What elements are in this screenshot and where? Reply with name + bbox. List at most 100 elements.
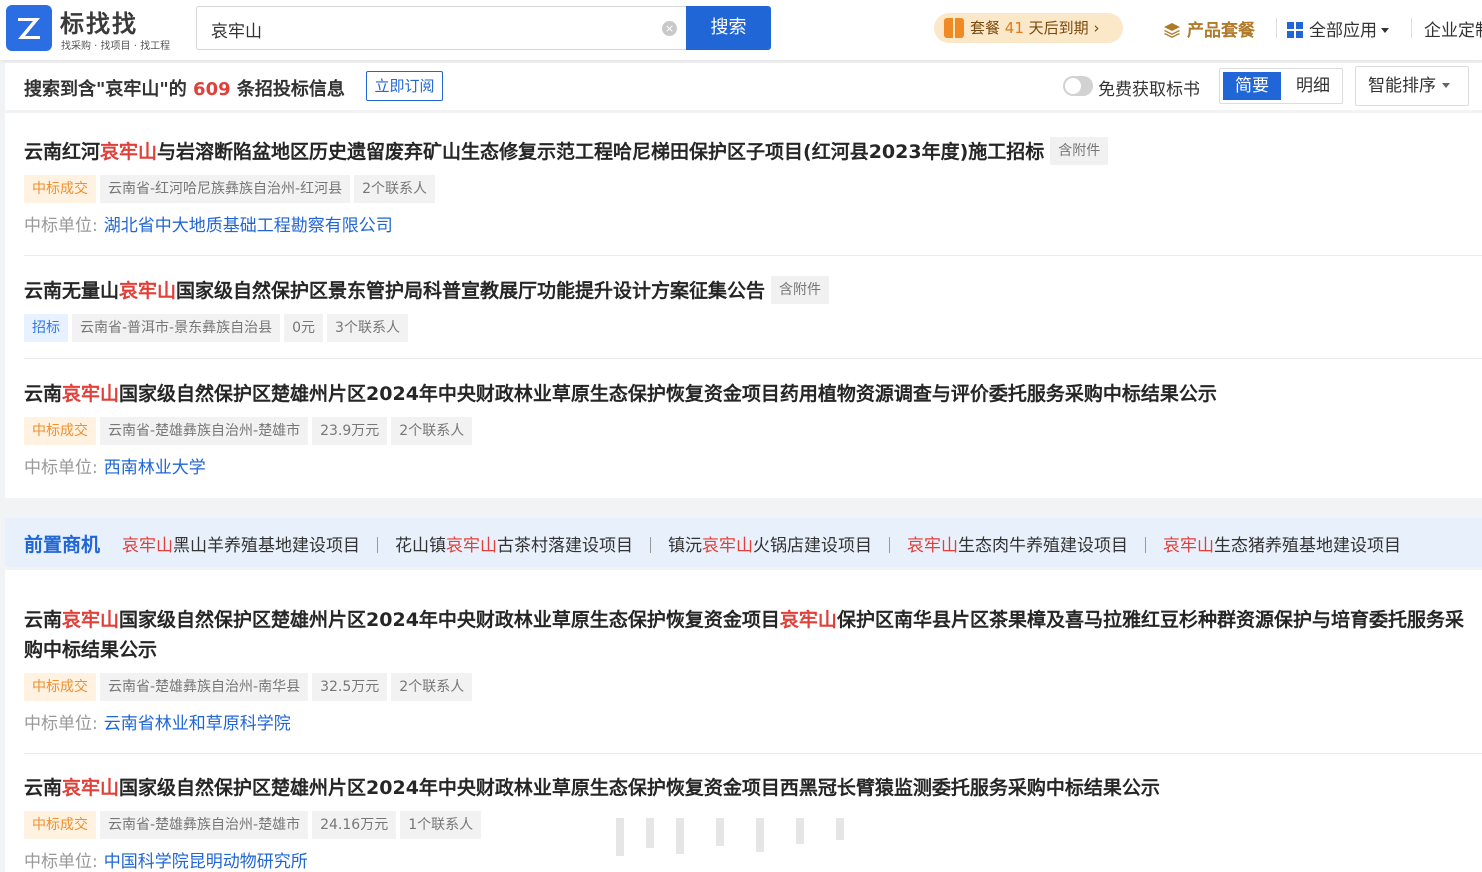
- winner-label: 中标单位:: [24, 852, 98, 872]
- result-item[interactable]: 云南哀牢山国家级自然保护区楚雄州片区2024年中央财政林业草原生态保护恢复资金项…: [24, 605, 1472, 734]
- result-title[interactable]: 云南无量山哀牢山国家级自然保护区景东管护局科普宣教展厅功能提升设计方案征集公告含…: [24, 276, 1472, 306]
- title-text: 国家级自然保护区楚雄州片区2024年中央财政林业草原生态保护恢复资金项目药用植物…: [119, 383, 1217, 405]
- contacts-tag[interactable]: 2个联系人: [391, 417, 473, 445]
- result-count: 609: [193, 79, 231, 100]
- results-summary-bar: 搜索到含"哀牢山"的 609 条招投标信息 立即订阅 免费获取标书 简要 明细 …: [5, 63, 1482, 110]
- attachment-badge: 含附件: [1050, 137, 1109, 165]
- logo-icon[interactable]: [6, 5, 52, 51]
- region-tag: 云南省-楚雄彝族自治州-楚雄市: [100, 417, 309, 445]
- nav-packages[interactable]: 产品套餐: [1163, 16, 1255, 41]
- view-detail-tab[interactable]: 明细: [1286, 72, 1340, 100]
- amount-tag: 23.9万元: [312, 417, 388, 445]
- pre-opportunities-title: 前置商机: [24, 534, 101, 556]
- amount-tag: 32.5万元: [312, 673, 388, 701]
- status-badge: 招标: [24, 314, 68, 342]
- region-tag: 云南省-普洱市-景东彝族自治县: [72, 314, 281, 342]
- amount-tag: 24.16万元: [312, 811, 397, 839]
- results-list: 云南红河哀牢山与岩溶断陷盆地区历史遗留废弃矿山生态修复示范工程哈尼梯田保护区子项…: [5, 113, 1482, 498]
- pre-opportunity-link[interactable]: 哀牢山黑山羊养殖基地建设项目: [122, 531, 360, 556]
- result-item[interactable]: 云南红河哀牢山与岩溶断陷盆地区历史遗留废弃矿山生态修复示范工程哈尼梯田保护区子项…: [24, 137, 1472, 236]
- package-expiry-pill[interactable]: 套餐 41 天后到期 ›: [934, 13, 1123, 43]
- region-tag: 云南省-楚雄彝族自治州-楚雄市: [100, 811, 309, 839]
- result-title[interactable]: 云南哀牢山国家级自然保护区楚雄州片区2024年中央财政林业草原生态保护恢复资金项…: [24, 379, 1472, 409]
- free-docs-label: 免费获取标书: [1098, 80, 1200, 100]
- nav-divider: [1276, 18, 1277, 38]
- divider: [1145, 537, 1146, 553]
- pre-text: 黑山羊养殖基地建设项目: [173, 536, 360, 556]
- caret-down-icon: [1442, 83, 1450, 88]
- contacts-tag[interactable]: 2个联系人: [354, 175, 436, 203]
- pre-opportunities-list: 哀牢山黑山羊养殖基地建设项目 花山镇哀牢山古茶村落建设项目 镇沅哀牢山火锅店建设项目…: [122, 531, 1401, 556]
- status-badge: 中标成交: [24, 811, 96, 839]
- region-tag: 云南省-红河哈尼族彝族自治州-红河县: [100, 175, 351, 203]
- winner-label: 中标单位:: [24, 458, 98, 478]
- package-prefix: 套餐: [970, 19, 1001, 37]
- title-text: 国家级自然保护区楚雄州片区2024年中央财政林业草原生态保护恢复资金项目西黑冠长…: [119, 777, 1160, 799]
- subscribe-button[interactable]: 立即订阅: [366, 71, 443, 101]
- pre-opportunity-link[interactable]: 镇沅哀牢山火锅店建设项目: [668, 531, 872, 556]
- clear-icon[interactable]: ×: [662, 21, 677, 36]
- result-tags: 招标 云南省-普洱市-景东彝族自治县 0元 3个联系人: [24, 314, 1472, 342]
- divider: [377, 537, 378, 553]
- nav-all-apps-label: 全部应用: [1309, 21, 1377, 41]
- winner-row: 中标单位: 西南林业大学: [24, 453, 1472, 478]
- winner-company-link[interactable]: 湖北省中大地质基础工程勘察有限公司: [104, 216, 393, 236]
- view-brief-tab[interactable]: 简要: [1223, 72, 1281, 100]
- winner-company-link[interactable]: 云南省林业和草原科学院: [104, 714, 291, 734]
- title-text: 云南: [24, 609, 63, 631]
- title-text: 云南: [24, 777, 63, 799]
- logo-tagline: 找采购 · 找项目 · 找工程: [61, 41, 171, 52]
- nav-enterprise[interactable]: 企业定制: [1424, 16, 1482, 41]
- pre-highlight: 哀牢山: [122, 536, 173, 556]
- summary-prefix: 搜索到含"哀牢山"的: [24, 79, 187, 100]
- pre-text: 古茶村落建设项目: [497, 536, 633, 556]
- search-box: ×: [196, 6, 687, 50]
- pre-highlight: 哀牢山: [446, 536, 497, 556]
- pre-opportunity-link[interactable]: 哀牢山生态猪养殖基地建设项目: [1163, 531, 1401, 556]
- pre-text: 镇沅: [668, 536, 702, 556]
- title-text: 国家级自然保护区景东管护局科普宣教展厅功能提升设计方案征集公告: [176, 280, 766, 302]
- pre-opportunity-link[interactable]: 哀牢山生态肉牛养殖建设项目: [907, 531, 1128, 556]
- divider: [24, 358, 1482, 359]
- pre-opportunities-bar: 前置商机 哀牢山黑山羊养殖基地建设项目 花山镇哀牢山古茶村落建设项目 镇沅哀牢山火锅…: [5, 518, 1482, 567]
- pre-opportunity-link[interactable]: 花山镇哀牢山古茶村落建设项目: [395, 531, 633, 556]
- winner-row: 中标单位: 云南省林业和草原科学院: [24, 709, 1472, 734]
- result-title[interactable]: 云南哀牢山国家级自然保护区楚雄州片区2024年中央财政林业草原生态保护恢复资金项…: [24, 605, 1472, 665]
- contacts-tag[interactable]: 3个联系人: [327, 314, 408, 342]
- caret-down-icon: [1381, 28, 1389, 33]
- result-title[interactable]: 云南哀牢山国家级自然保护区楚雄州片区2024年中央财政林业草原生态保护恢复资金项…: [24, 773, 1472, 803]
- pre-highlight: 哀牢山: [702, 536, 753, 556]
- search-button[interactable]: 搜索: [686, 6, 771, 50]
- title-highlight: 哀牢山: [119, 280, 177, 302]
- free-docs-toggle[interactable]: [1063, 76, 1093, 96]
- gift-icon: [944, 18, 964, 38]
- contacts-tag[interactable]: 1个联系人: [400, 811, 482, 839]
- result-item[interactable]: 云南无量山哀牢山国家级自然保护区景东管护局科普宣教展厅功能提升设计方案征集公告含…: [24, 276, 1472, 342]
- search-input[interactable]: [211, 17, 651, 41]
- result-title[interactable]: 云南红河哀牢山与岩溶断陷盆地区历史遗留废弃矿山生态修复示范工程哈尼梯田保护区子项…: [24, 137, 1472, 167]
- attachment-badge: 含附件: [771, 276, 830, 304]
- winner-label: 中标单位:: [24, 216, 98, 236]
- nav-packages-label: 产品套餐: [1187, 21, 1255, 41]
- results-summary: 搜索到含"哀牢山"的 609 条招投标信息: [24, 75, 345, 101]
- title-highlight: 哀牢山: [62, 383, 120, 405]
- winner-row: 中标单位: 湖北省中大地质基础工程勘察有限公司: [24, 211, 1472, 236]
- nav-all-apps[interactable]: 全部应用: [1287, 16, 1389, 41]
- grid-icon: [1287, 22, 1303, 38]
- title-text: 国家级自然保护区楚雄州片区2024年中央财政林业草原生态保护恢复资金项目: [119, 609, 780, 631]
- title-highlight: 哀牢山: [779, 609, 837, 631]
- logo-name[interactable]: 标找找: [60, 4, 138, 39]
- divider: [650, 537, 651, 553]
- sort-dropdown[interactable]: 智能排序: [1355, 66, 1469, 106]
- contacts-tag[interactable]: 2个联系人: [391, 673, 473, 701]
- title-text: 云南无量山: [24, 280, 120, 302]
- winner-company-link[interactable]: 西南林业大学: [104, 458, 206, 478]
- chevron-right-icon: ›: [1093, 19, 1100, 37]
- result-item[interactable]: 云南哀牢山国家级自然保护区楚雄州片区2024年中央财政林业草原生态保护恢复资金项…: [24, 379, 1472, 478]
- result-tags: 中标成交 云南省-楚雄彝族自治州-楚雄市 23.9万元 2个联系人: [24, 417, 1472, 445]
- title-text: 与岩溶断陷盆地区历史遗留废弃矿山生态修复示范工程哈尼梯田保护区子项目(红河县20…: [157, 141, 1045, 163]
- package-suffix: 天后到期: [1028, 19, 1089, 37]
- divider: [889, 537, 890, 553]
- winner-company-link[interactable]: 中国科学院昆明动物研究所: [104, 852, 308, 872]
- title-highlight: 哀牢山: [62, 609, 120, 631]
